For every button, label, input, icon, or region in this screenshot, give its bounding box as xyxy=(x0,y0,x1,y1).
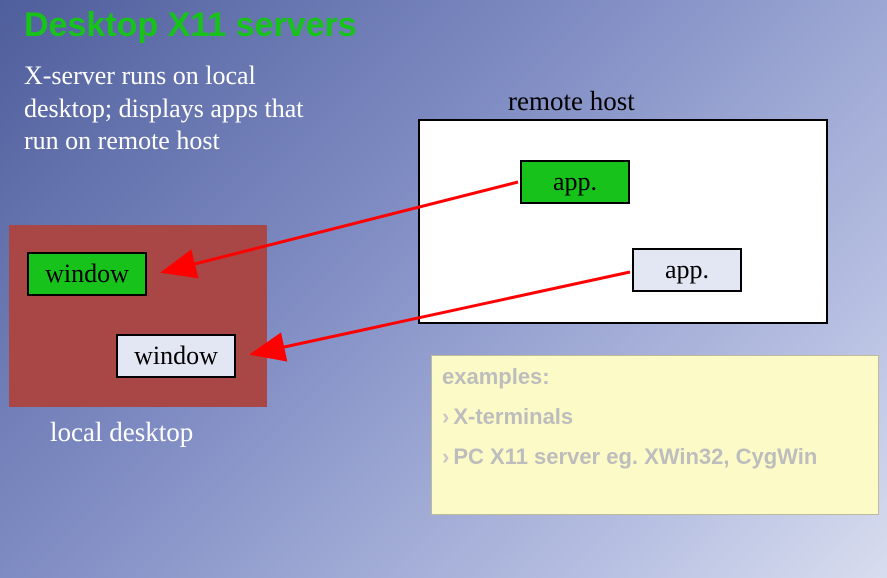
remote-app-1: app. xyxy=(520,160,630,204)
local-window-1: window xyxy=(27,252,147,296)
chevron-right-icon: › xyxy=(442,444,449,470)
examples-item: › PC X11 server eg. XWin32, CygWin xyxy=(442,444,864,470)
slide: Desktop X11 servers X-server runs on loc… xyxy=(0,0,887,578)
slide-title: Desktop X11 servers xyxy=(24,6,357,45)
examples-item-text: PC X11 server eg. XWin32, CygWin xyxy=(453,444,817,470)
slide-description: X-server runs on local desktop; displays… xyxy=(24,60,344,158)
examples-item-text: X-terminals xyxy=(453,404,573,430)
examples-item: › X-terminals xyxy=(442,404,864,430)
local-desktop-label: local desktop xyxy=(50,417,193,448)
chevron-right-icon: › xyxy=(442,404,449,430)
remote-host-box xyxy=(418,119,828,324)
remote-app-2: app. xyxy=(632,248,742,292)
remote-host-label: remote host xyxy=(508,86,635,117)
examples-panel: examples: › X-terminals › PC X11 server … xyxy=(431,355,879,515)
examples-heading: examples: xyxy=(442,364,864,390)
local-window-2: window xyxy=(116,334,236,378)
